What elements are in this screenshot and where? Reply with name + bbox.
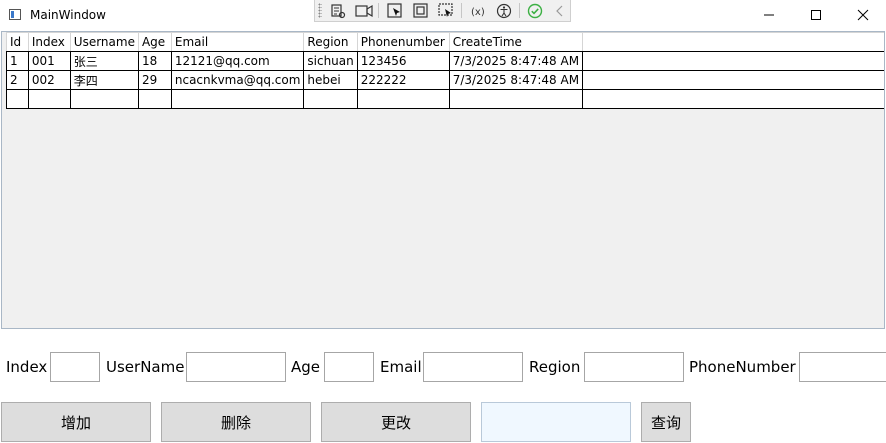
pointer-select-icon[interactable]	[386, 2, 404, 20]
input-form-row: Index UserName Age Email Region PhoneNum…	[0, 350, 886, 384]
age-label: Age	[291, 358, 321, 376]
cell-id[interactable]: 2	[6, 70, 29, 90]
select-element-icon[interactable]	[329, 2, 347, 20]
new-row-cell	[582, 89, 884, 109]
toolbar-separator	[461, 3, 462, 18]
table-row[interactable]: 2 002 李四 29 ncacnkvma@qq.com hebei 222222 7/3/2…	[6, 70, 884, 90]
cell-id[interactable]: 1	[6, 51, 29, 71]
query-input[interactable]	[481, 402, 631, 442]
display-adorners-icon[interactable]	[412, 2, 430, 20]
age-input[interactable]	[324, 352, 374, 382]
track-focus-icon[interactable]	[437, 2, 455, 20]
column-header-id[interactable]: Id	[6, 32, 29, 52]
user-data-grid[interactable]: Id Index Username Age Email Region Phonenumber…	[1, 31, 885, 329]
region-input[interactable]	[584, 352, 684, 382]
phonenumber-input[interactable]	[799, 352, 886, 382]
update-button[interactable]: 更改	[321, 402, 471, 442]
cell-createtime[interactable]: 7/3/2025 8:47:48 AM	[448, 70, 584, 90]
new-row-cell[interactable]	[69, 89, 139, 109]
delete-button[interactable]: 删除	[161, 402, 311, 442]
check-icon[interactable]	[526, 2, 544, 20]
table-row[interactable]: 1 001 张三 18 12121@qq.com sichuan 123456 7/3/202…	[6, 51, 884, 71]
cell-phonenumber[interactable]: 222222	[356, 70, 450, 90]
new-row-cell[interactable]	[137, 89, 172, 109]
column-header-region[interactable]: Region	[303, 32, 358, 52]
maximize-button[interactable]	[793, 0, 839, 30]
toolbar-separator	[519, 3, 520, 18]
column-header-age[interactable]: Age	[137, 32, 172, 52]
column-header-phonenumber[interactable]: Phonenumber	[356, 32, 450, 52]
app-window-icon	[9, 9, 21, 20]
cell-index[interactable]: 001	[27, 51, 71, 71]
cell-username[interactable]: 李四	[69, 70, 139, 90]
minimize-button[interactable]	[746, 0, 792, 30]
cell-region[interactable]: hebei	[303, 70, 358, 90]
svg-text:(x): (x)	[471, 7, 485, 18]
binding-failures-icon[interactable]: (x)	[469, 2, 487, 20]
column-header-index[interactable]: Index	[27, 32, 71, 52]
column-header-createtime[interactable]: CreateTime	[448, 32, 584, 52]
new-row-cell[interactable]	[27, 89, 71, 109]
cell-filler	[582, 51, 884, 71]
query-button[interactable]: 查询	[641, 402, 691, 442]
column-header-email[interactable]: Email	[170, 32, 305, 52]
close-button[interactable]	[840, 0, 886, 30]
new-row-cell[interactable]	[303, 89, 358, 109]
index-label: Index	[6, 358, 48, 376]
cell-email[interactable]: ncacnkvma@qq.com	[170, 70, 305, 90]
cell-region[interactable]: sichuan	[303, 51, 358, 71]
cell-filler	[582, 70, 884, 90]
add-button[interactable]: 增加	[1, 402, 151, 442]
cell-index[interactable]: 002	[27, 70, 71, 90]
cell-phonenumber[interactable]: 123456	[356, 51, 450, 71]
accessibility-icon[interactable]	[495, 2, 513, 20]
column-header-filler	[582, 32, 884, 52]
grid-header-row: Id Index Username Age Email Region Phonenumber…	[6, 32, 884, 52]
cell-age[interactable]: 18	[137, 51, 172, 71]
index-input[interactable]	[50, 352, 100, 382]
cell-createtime[interactable]: 7/3/2025 8:47:48 AM	[448, 51, 584, 71]
email-input[interactable]	[423, 352, 523, 382]
new-item-row[interactable]	[6, 89, 884, 109]
new-row-cell[interactable]	[170, 89, 305, 109]
new-row-cell[interactable]	[356, 89, 450, 109]
xaml-debug-toolbar: (x)	[314, 0, 571, 22]
cell-username[interactable]: 张三	[69, 51, 139, 71]
toolbar-grip-icon[interactable]	[318, 3, 322, 18]
phonenumber-label: PhoneNumber	[689, 358, 796, 376]
username-label: UserName	[106, 358, 185, 376]
record-icon[interactable]	[355, 2, 373, 20]
new-row-cell[interactable]	[448, 89, 584, 109]
title-bar: MainWindow (x)	[0, 0, 886, 30]
toolbar-separator	[378, 3, 379, 18]
new-row-cell[interactable]	[6, 89, 29, 109]
window-title: MainWindow	[30, 8, 106, 22]
cell-age[interactable]: 29	[137, 70, 172, 90]
username-input[interactable]	[186, 352, 286, 382]
collapse-chevron-icon[interactable]	[551, 2, 569, 20]
email-label: Email	[380, 358, 422, 376]
column-header-username[interactable]: Username	[69, 32, 139, 52]
data-grid-table: Id Index Username Age Email Region Phonenumber…	[6, 32, 884, 109]
region-label: Region	[529, 358, 581, 376]
cell-email[interactable]: 12121@qq.com	[170, 51, 305, 71]
